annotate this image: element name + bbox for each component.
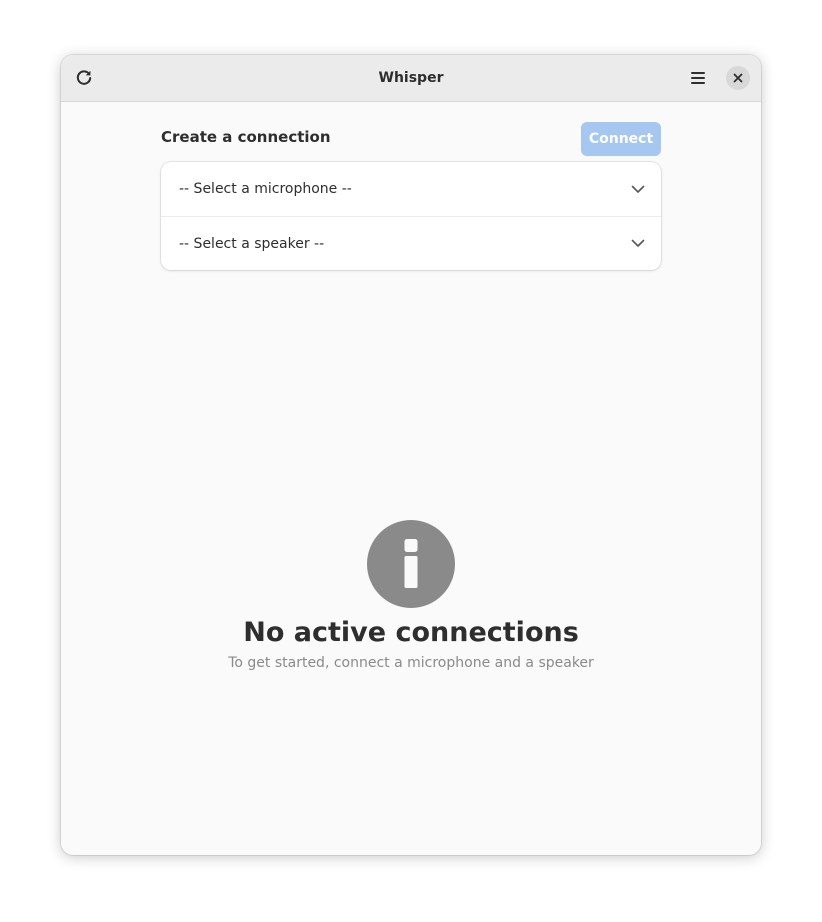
- app-window: Whisper Create a connection Connect -- S…: [61, 55, 761, 855]
- device-selection-list: -- Select a microphone -- -- Select a sp…: [161, 162, 661, 270]
- hamburger-menu-icon: [690, 71, 706, 85]
- create-connection-heading: Create a connection: [161, 128, 331, 146]
- connect-button[interactable]: Connect: [581, 122, 661, 156]
- speaker-dropdown[interactable]: -- Select a speaker --: [161, 217, 661, 270]
- chevron-down-icon: [629, 235, 647, 253]
- microphone-dropdown-label: -- Select a microphone --: [179, 181, 352, 197]
- info-icon: [367, 520, 455, 608]
- chevron-down-icon: [629, 180, 647, 198]
- status-description: To get started, connect a microphone and…: [228, 655, 594, 671]
- window-title: Whisper: [378, 70, 444, 86]
- close-window-button[interactable]: [726, 66, 750, 90]
- microphone-dropdown[interactable]: -- Select a microphone --: [161, 162, 661, 217]
- status-title: No active connections: [243, 617, 579, 648]
- speaker-dropdown-label: -- Select a speaker --: [179, 235, 325, 252]
- header-bar: Whisper: [61, 55, 761, 102]
- main-menu-button[interactable]: [683, 63, 713, 93]
- close-icon: [733, 73, 743, 83]
